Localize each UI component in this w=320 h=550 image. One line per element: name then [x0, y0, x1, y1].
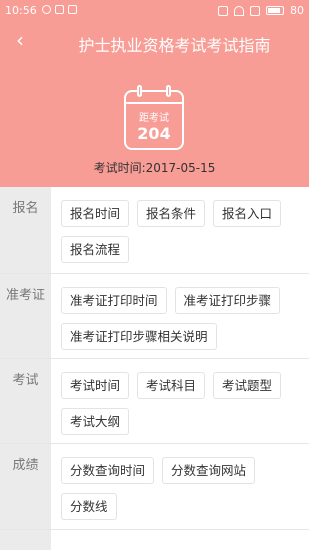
- sim-icon: [250, 5, 260, 16]
- status-bar: 10:56 80: [0, 0, 309, 22]
- countdown-label: 距考试: [139, 113, 169, 124]
- tag-ticket-print-notes[interactable]: 准考证打印步骤相关说明: [61, 323, 217, 350]
- page-title: 护士执业资格考试考试指南: [78, 36, 271, 55]
- status-time: 10:56: [5, 4, 37, 17]
- calendar-divider: [126, 102, 182, 104]
- status-right: 80: [218, 4, 304, 17]
- section-results: 成绩 分数查询时间 分数查询网站 分数线: [0, 444, 309, 530]
- header: 10:56 80 ‹ 护士执业资格考试考试指南 距考试 204 考试时间:201…: [0, 0, 309, 187]
- battery-level: 80: [290, 4, 304, 17]
- vibrate-icon: [218, 5, 228, 16]
- section-label: 考试: [12, 373, 39, 388]
- tag-ticket-print-steps[interactable]: 准考证打印步骤: [174, 287, 281, 314]
- tag-score-query-time[interactable]: 分数查询时间: [61, 457, 155, 484]
- exam-date: 考试时间:2017-05-15: [0, 159, 309, 176]
- section-label: 报名: [12, 201, 39, 216]
- tag-registration-process[interactable]: 报名流程: [61, 236, 130, 263]
- countdown-calendar: 距考试 204: [124, 85, 184, 150]
- calendar-ring-right: [166, 85, 171, 97]
- section-label: 成绩: [12, 458, 39, 473]
- tag-exam-subjects[interactable]: 考试科目: [137, 372, 206, 399]
- tag-passing-score[interactable]: 分数线: [61, 493, 117, 520]
- countdown-value: 204: [137, 124, 171, 143]
- section-label: 准考证: [5, 288, 45, 303]
- app-icon: [68, 5, 77, 14]
- tag-exam-time[interactable]: 考试时间: [61, 372, 130, 399]
- exam-date-label: 考试时间:: [93, 161, 146, 175]
- tag-exam-syllabus[interactable]: 考试大纲: [61, 408, 130, 435]
- section-admission-ticket: 准考证 准考证打印时间 准考证打印步骤 准考证打印步骤相关说明: [0, 274, 309, 359]
- tag-list: 分数查询时间 分数查询网站 分数线: [61, 457, 303, 520]
- tag-list: 报名时间 报名条件 报名入口 报名流程: [61, 200, 303, 263]
- tag-ticket-print-time[interactable]: 准考证打印时间: [61, 287, 167, 314]
- tag-list: 准考证打印时间 准考证打印步骤 准考证打印步骤相关说明: [61, 287, 303, 350]
- tag-exam-question-types[interactable]: 考试题型: [213, 372, 282, 399]
- notification-icons: [42, 5, 77, 14]
- tag-list: 考试时间 考试科目 考试题型 考试大纲: [61, 372, 303, 435]
- image-icon: [55, 5, 64, 14]
- tag-registration-conditions[interactable]: 报名条件: [137, 200, 206, 227]
- notification-icon: [42, 5, 51, 14]
- exam-date-value: 2017-05-15: [145, 161, 216, 175]
- battery-icon: [266, 6, 284, 15]
- section-registration: 报名 报名时间 报名条件 报名入口 报名流程: [0, 187, 309, 274]
- tag-score-query-website[interactable]: 分数查询网站: [162, 457, 256, 484]
- tag-registration-time[interactable]: 报名时间: [61, 200, 130, 227]
- wifi-icon: [234, 5, 244, 16]
- tag-registration-entry[interactable]: 报名入口: [213, 200, 282, 227]
- calendar-ring-left: [137, 85, 142, 97]
- section-exam: 考试 考试时间 考试科目 考试题型 考试大纲: [0, 359, 309, 444]
